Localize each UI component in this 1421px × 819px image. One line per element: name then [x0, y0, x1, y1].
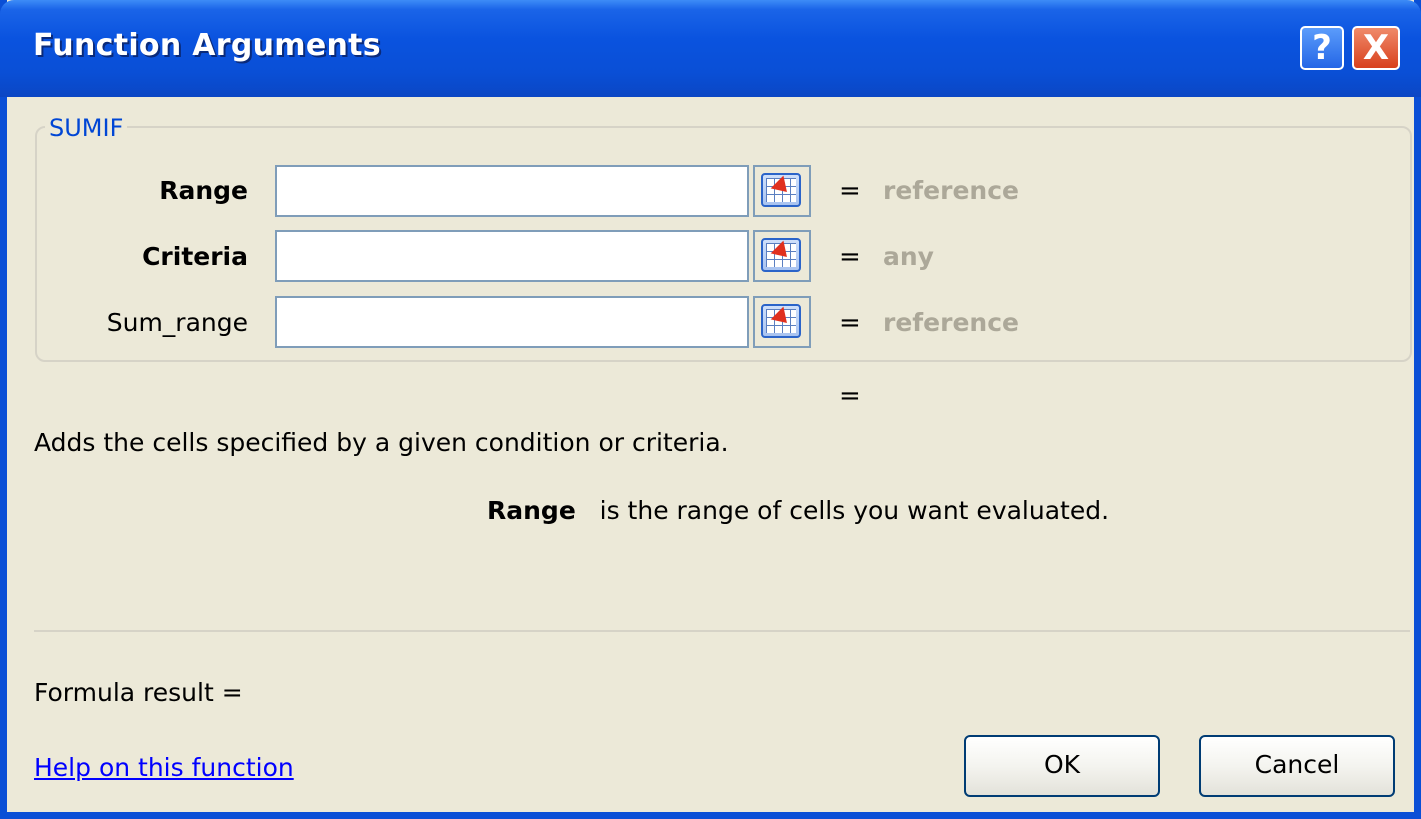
range-label: Range [159, 176, 248, 205]
title-bar[interactable]: Function Arguments ? X [0, 0, 1421, 97]
sum-range-ref-button[interactable] [753, 296, 811, 348]
criteria-ref-button[interactable] [753, 230, 811, 282]
function-result-equals: = [839, 381, 861, 411]
range-equals: = [839, 176, 861, 206]
range-selector-icon [761, 238, 801, 272]
range-selector-icon [761, 173, 801, 207]
range-ref-button[interactable] [753, 165, 811, 217]
criteria-equals: = [839, 242, 861, 272]
arg-help-text: is the range of cells you want evaluated… [599, 496, 1110, 525]
function-name-legend: SUMIF [45, 114, 128, 142]
range-result: reference [883, 176, 1019, 205]
ok-button[interactable]: OK [964, 735, 1160, 797]
sum-range-result: reference [883, 308, 1019, 337]
help-on-function-link[interactable]: Help on this function [34, 753, 294, 782]
close-icon[interactable]: X [1352, 26, 1400, 70]
sum-range-label: Sum_range [106, 308, 248, 337]
help-icon[interactable]: ? [1300, 26, 1344, 70]
function-description: Adds the cells specified by a given cond… [34, 428, 729, 457]
range-input[interactable] [275, 165, 749, 217]
range-selector-icon [761, 304, 801, 338]
dialog-title: Function Arguments [33, 28, 381, 63]
criteria-result: any [883, 242, 934, 271]
criteria-label: Criteria [142, 242, 248, 271]
criteria-input[interactable] [275, 230, 749, 282]
footer-divider [34, 630, 1410, 632]
arg-help-line: Range is the range of cells you want eva… [487, 496, 1109, 525]
arg-help-name: Range [487, 496, 576, 525]
formula-result-label: Formula result = [34, 678, 243, 707]
sum-range-input[interactable] [275, 296, 749, 348]
function-arguments-dialog: Function Arguments ? X SUMIF Range = ref… [0, 0, 1421, 819]
cancel-button[interactable]: Cancel [1199, 735, 1395, 797]
sum-range-equals: = [839, 308, 861, 338]
